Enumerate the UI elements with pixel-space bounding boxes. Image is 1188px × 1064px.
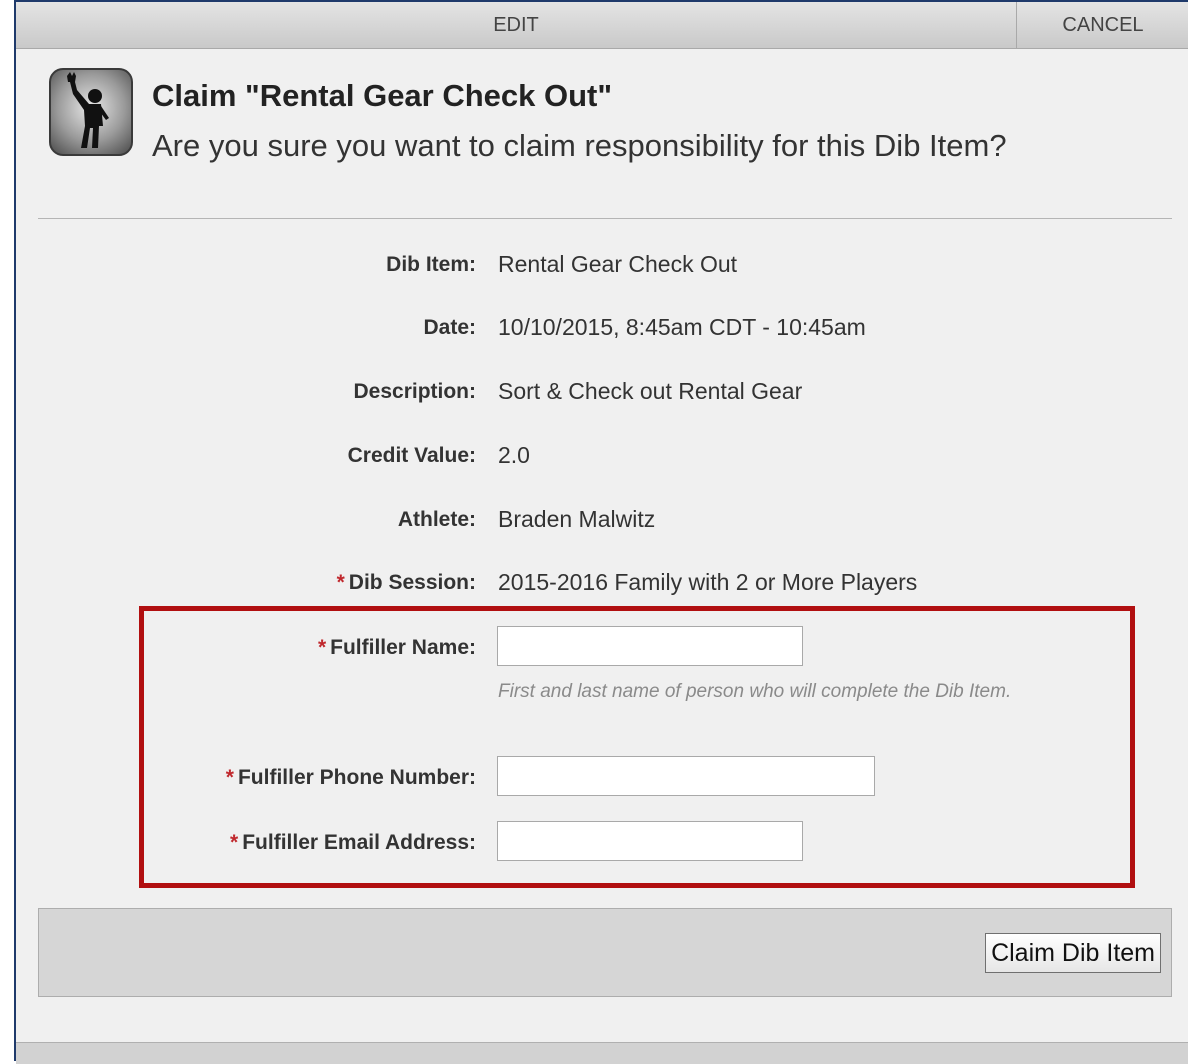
dib-item-value: Rental Gear Check Out	[498, 251, 738, 277]
credit-value-value: 2.0	[498, 442, 530, 468]
athlete-value: Braden Malwitz	[498, 506, 656, 532]
claim-dib-item-button[interactable]: Claim Dib Item	[985, 933, 1161, 973]
header-divider	[38, 218, 1172, 219]
dib-session-value: 2015-2016 Family with 2 or More Players	[498, 569, 918, 595]
dib-session-label-text: Dib Session:	[348, 571, 476, 594]
dib-item-label: Dib Item:	[386, 253, 476, 276]
fulfiller-fields-highlight	[139, 606, 1135, 888]
description-label: Description:	[353, 380, 476, 403]
athlete-label: Athlete:	[397, 508, 476, 531]
claim-dialog: EDIT CANCEL Claim "Rental Gear Check Out…	[14, 0, 1188, 1064]
person-waving-icon	[49, 68, 133, 156]
dialog-title: Claim "Rental Gear Check Out"	[152, 78, 613, 113]
required-mark: *	[336, 571, 345, 594]
cancel-button[interactable]: CANCEL	[1016, 2, 1188, 48]
dialog-footer: Claim Dib Item	[38, 908, 1172, 997]
date-label: Date:	[423, 316, 476, 339]
edit-tab[interactable]: EDIT	[16, 2, 1016, 48]
dialog-subtitle: Are you sure you want to claim responsib…	[152, 128, 1007, 163]
credit-value-label: Credit Value:	[347, 444, 476, 467]
date-value: 10/10/2015, 8:45am CDT - 10:45am	[498, 314, 866, 340]
description-value: Sort & Check out Rental Gear	[498, 378, 803, 404]
dib-session-label: * Dib Session:	[16, 571, 476, 595]
dialog-toolbar: EDIT CANCEL	[16, 2, 1188, 49]
